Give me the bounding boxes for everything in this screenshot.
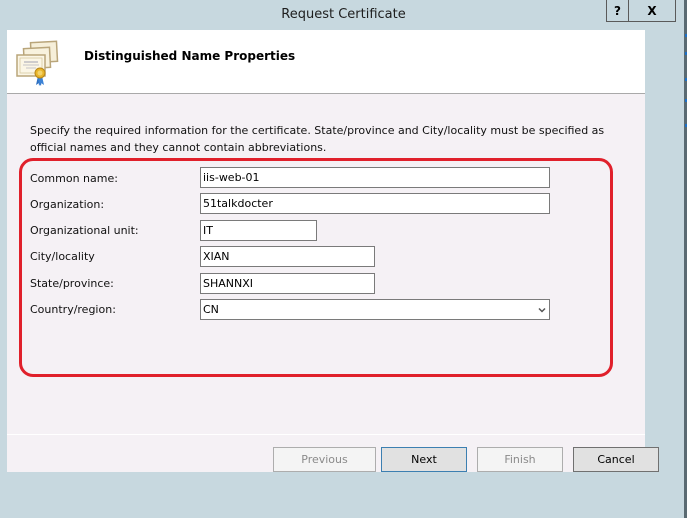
- request-certificate-dialog: Request Certificate ? X Distinguished Na…: [0, 0, 687, 518]
- certificate-icon: [16, 40, 59, 86]
- common-name-input[interactable]: [200, 167, 550, 188]
- organization-label: Organization:: [30, 198, 105, 211]
- title-bar-buttons: ? X: [606, 0, 676, 22]
- organizational-unit-input[interactable]: [200, 220, 317, 241]
- help-icon: ?: [614, 3, 621, 18]
- country-select[interactable]: CN: [200, 299, 550, 320]
- city-label: City/locality: [30, 250, 95, 263]
- footer-divider: [7, 434, 645, 435]
- organizational-unit-label: Organizational unit:: [30, 224, 139, 237]
- help-button[interactable]: ?: [607, 0, 629, 21]
- instructions-text: Specify the required information for the…: [30, 124, 605, 154]
- dialog-content: Distinguished Name Properties Specify th…: [7, 30, 645, 472]
- city-input[interactable]: [200, 246, 375, 267]
- country-label: Country/region:: [30, 303, 116, 316]
- country-select-value: CN: [203, 303, 219, 316]
- next-button[interactable]: Next: [381, 447, 467, 472]
- state-input[interactable]: [200, 273, 375, 294]
- cancel-button[interactable]: Cancel: [573, 447, 659, 472]
- common-name-label: Common name:: [30, 172, 118, 185]
- organization-input[interactable]: [200, 193, 550, 214]
- state-label: State/province:: [30, 277, 114, 290]
- window-title: Request Certificate: [281, 7, 406, 22]
- close-icon: X: [647, 3, 657, 18]
- highlight-annotation: [19, 158, 613, 377]
- close-button[interactable]: X: [629, 0, 675, 21]
- chevron-down-icon: [538, 307, 546, 313]
- previous-button[interactable]: Previous: [273, 447, 376, 472]
- title-bar: Request Certificate ? X: [0, 0, 687, 30]
- finish-button[interactable]: Finish: [477, 447, 563, 472]
- page-header: Distinguished Name Properties: [7, 30, 645, 94]
- page-title: Distinguished Name Properties: [84, 49, 296, 63]
